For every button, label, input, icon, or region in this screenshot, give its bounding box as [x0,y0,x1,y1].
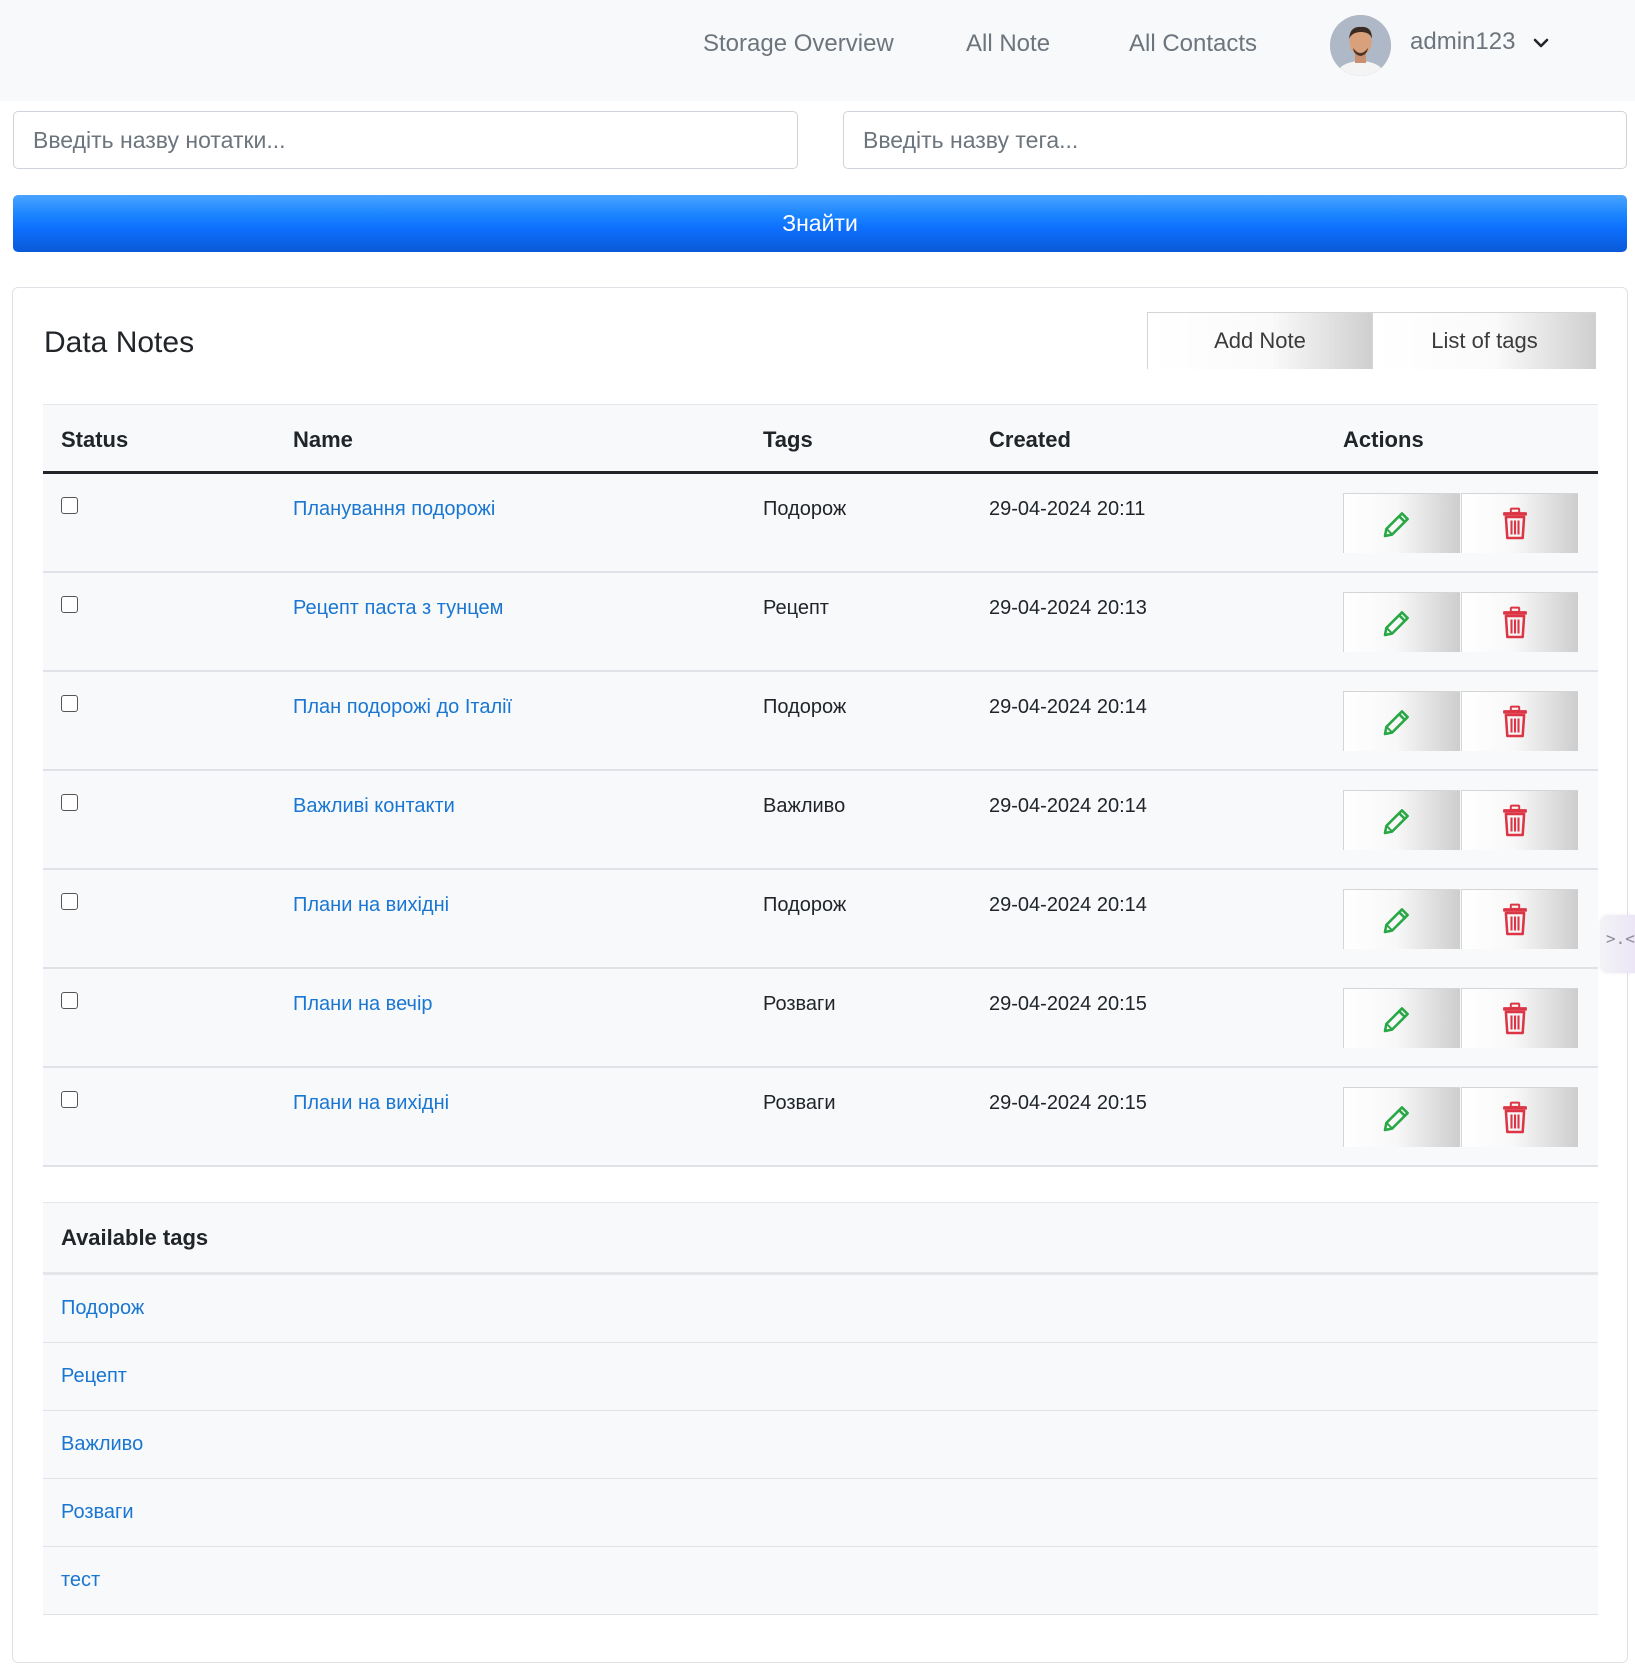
delete-note-button[interactable] [1461,988,1578,1048]
chevron-down-icon[interactable] [1533,35,1549,51]
list-item: Важливо [43,1411,1598,1479]
column-header-tags: Tags [763,427,813,452]
note-created: 29-04-2024 20:15 [989,1092,1147,1114]
note-name-link[interactable]: Плани на вихідні [293,894,449,917]
trash-icon [1503,903,1527,935]
edit-note-button[interactable] [1343,889,1460,949]
note-tag: Подорож [763,696,847,718]
pencil-icon [1383,511,1409,537]
tag-link[interactable]: Рецепт [61,1365,127,1388]
status-checkbox[interactable] [61,497,78,514]
note-tag: Рецепт [763,597,829,619]
edit-note-button[interactable] [1343,1087,1460,1147]
username-label[interactable]: admin123 [1410,28,1515,56]
tag-name-search-input[interactable] [843,111,1627,169]
note-name-search-input[interactable] [13,111,798,169]
table-row: Планування подорожі Подорож 29-04-2024 20:… [43,474,1598,573]
search-button[interactable]: Знайти [13,195,1627,252]
nav-link-all-contacts[interactable]: All Contacts [1129,30,1257,58]
tag-link[interactable]: Важливо [61,1433,143,1456]
edit-note-button[interactable] [1343,691,1460,751]
pencil-icon [1383,907,1409,933]
status-checkbox[interactable] [61,992,78,1009]
delete-note-button[interactable] [1461,691,1578,751]
column-header-actions: Actions [1343,427,1424,452]
note-created: 29-04-2024 20:11 [989,498,1146,520]
nav-link-storage-overview[interactable]: Storage Overview [703,30,894,58]
edit-note-button[interactable] [1343,790,1460,850]
note-created: 29-04-2024 20:14 [989,795,1147,817]
note-tag: Розваги [763,1092,836,1114]
table-row: Рецепт паста з тунцем Рецепт 29-04-2024 20… [43,573,1598,672]
status-checkbox[interactable] [61,794,78,811]
available-tags-title: Available tags [61,1225,209,1250]
status-checkbox[interactable] [61,596,78,613]
list-item: тест [43,1547,1598,1615]
table-row: Плани на вихідні Розваги 29-04-2024 20:15 [43,1068,1598,1167]
table-row: Плани на вечір Розваги 29-04-2024 20:15 [43,969,1598,1068]
note-name-link[interactable]: Важливі контакти [293,795,455,818]
note-name-link[interactable]: Плани на вихідні [293,1092,449,1115]
table-row: Важливі контакти Важливо 29-04-2024 20:14 [43,771,1598,870]
note-name-link[interactable]: Рецепт паста з тунцем [293,597,503,620]
delete-note-button[interactable] [1461,889,1578,949]
trash-icon [1503,507,1527,539]
pencil-icon [1383,808,1409,834]
table-row: Плани на вихідні Подорож 29-04-2024 20:14 [43,870,1598,969]
trash-icon [1503,1002,1527,1034]
delete-note-button[interactable] [1461,592,1578,652]
note-name-link[interactable]: Планування подорожі [293,498,495,521]
note-name-link[interactable]: Плани на вечір [293,993,433,1016]
trash-icon [1503,1101,1527,1133]
tag-link[interactable]: тест [61,1569,100,1592]
pencil-icon [1383,709,1409,735]
column-header-name: Name [293,427,353,452]
delete-note-button[interactable] [1461,493,1578,553]
note-created: 29-04-2024 20:15 [989,993,1147,1015]
note-tag: Розваги [763,993,836,1015]
notes-card: Data Notes Add Note List of tags Status … [12,287,1628,1663]
trash-icon [1503,804,1527,836]
notes-table-header: Status Name Tags Created Actions [43,404,1598,474]
column-header-status: Status [61,427,129,452]
tag-link[interactable]: Подорож [61,1297,144,1320]
list-item: Рецепт [43,1343,1598,1411]
status-checkbox[interactable] [61,1091,78,1108]
trash-icon [1503,705,1527,737]
note-tag: Подорож [763,498,847,520]
note-created: 29-04-2024 20:13 [989,597,1147,619]
pencil-icon [1383,1006,1409,1032]
note-created: 29-04-2024 20:14 [989,696,1147,718]
edit-note-button[interactable] [1343,988,1460,1048]
nav-link-all-note[interactable]: All Note [966,30,1050,58]
side-panel-toggle-icon[interactable]: >.< [1600,915,1635,973]
notes-title: Data Notes [44,326,195,359]
status-checkbox[interactable] [61,695,78,712]
trash-icon [1503,606,1527,638]
edit-note-button[interactable] [1343,592,1460,652]
pencil-icon [1383,1105,1409,1131]
list-of-tags-button[interactable]: List of tags [1372,312,1596,369]
table-row: План подорожі до Італії Подорож 29-04-2024… [43,672,1598,771]
tag-link[interactable]: Розваги [61,1501,134,1524]
edit-note-button[interactable] [1343,493,1460,553]
note-created: 29-04-2024 20:14 [989,894,1147,916]
pencil-icon [1383,610,1409,636]
available-tags-header: Available tags [43,1202,1598,1275]
note-tag: Важливо [763,795,846,817]
status-checkbox[interactable] [61,893,78,910]
delete-note-button[interactable] [1461,790,1578,850]
column-header-created: Created [989,427,1071,452]
delete-note-button[interactable] [1461,1087,1578,1147]
list-item: Розваги [43,1479,1598,1547]
add-note-button[interactable]: Add Note [1147,312,1372,369]
note-tag: Подорож [763,894,847,916]
note-name-link[interactable]: План подорожі до Італії [293,696,512,719]
user-avatar[interactable] [1330,15,1391,76]
top-navbar: Storage Overview All Note All Contacts a… [0,0,1635,101]
list-item: Подорож [43,1275,1598,1343]
